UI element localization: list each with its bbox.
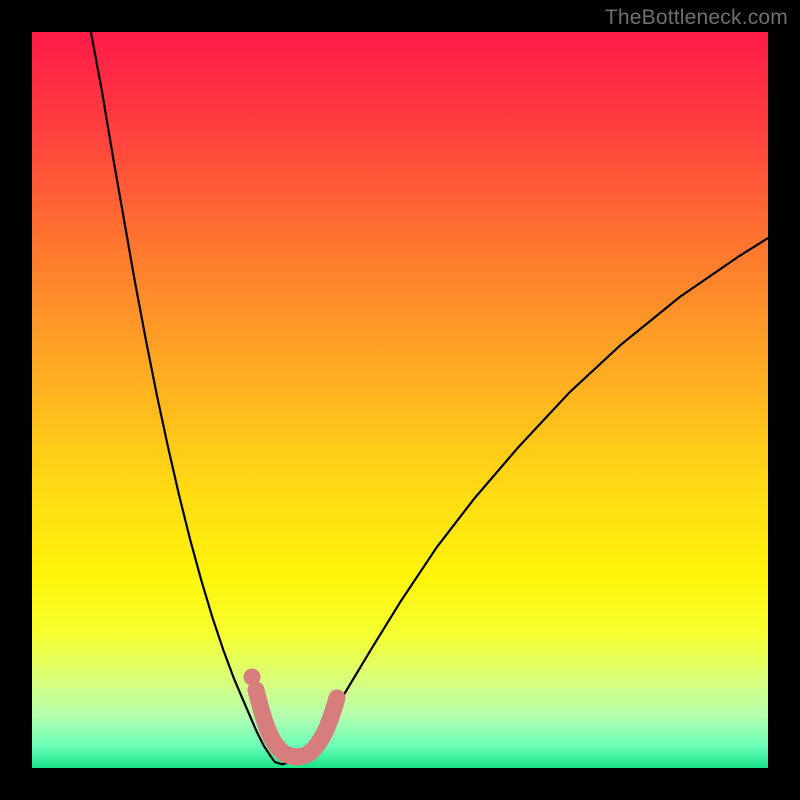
chart-svg [32,32,768,768]
gradient-background [32,32,768,768]
chart-frame: TheBottleneck.com [0,0,800,800]
plot-area [32,32,768,768]
watermark-text: TheBottleneck.com [605,6,788,30]
